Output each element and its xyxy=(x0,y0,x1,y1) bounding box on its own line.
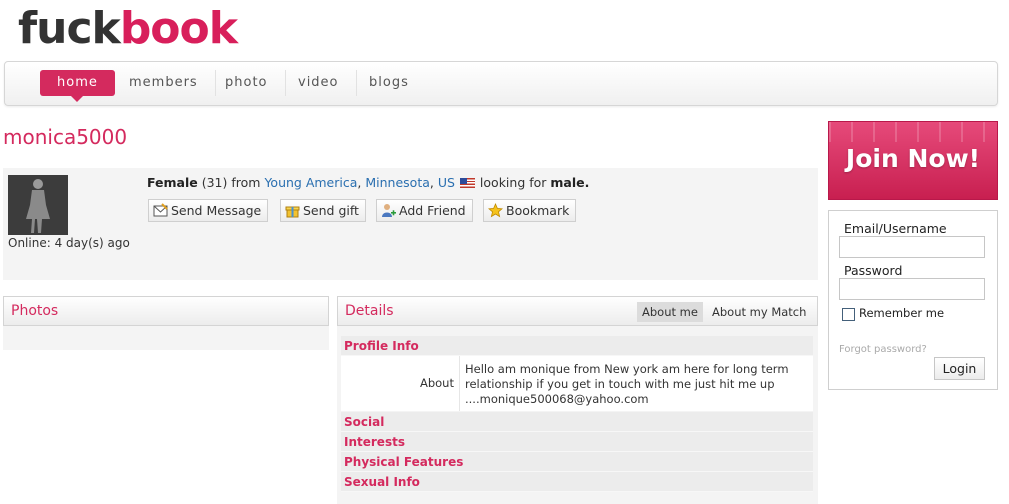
section-label: Interests xyxy=(344,435,405,449)
separator: , xyxy=(429,175,434,190)
state-link[interactable]: Minnesota xyxy=(365,175,430,190)
password-field[interactable] xyxy=(839,278,985,300)
profile-info-line: Female (31) from Young America, Minnesot… xyxy=(147,175,589,190)
section-interests[interactable]: Interests xyxy=(341,432,813,452)
email-label: Email/Username xyxy=(844,221,947,236)
send-gift-button[interactable]: Send gift xyxy=(280,199,366,222)
password-label: Password xyxy=(844,263,903,278)
section-social[interactable]: Social xyxy=(341,412,813,432)
about-row: About Hello am monique from New york am … xyxy=(341,356,813,411)
online-status: Online: 4 day(s) ago xyxy=(8,236,130,250)
avatar-silhouette-icon xyxy=(8,175,68,235)
remember-me-checkbox[interactable] xyxy=(842,308,855,321)
country-link[interactable]: US xyxy=(438,175,455,190)
about-label: About xyxy=(419,376,454,390)
bookmark-button[interactable]: Bookmark xyxy=(483,199,577,222)
section-label: Sexual Info xyxy=(344,475,420,489)
logo-text-part1: fuck xyxy=(18,3,121,54)
bookmark-label: Bookmark xyxy=(506,203,570,218)
login-button[interactable]: Login xyxy=(934,357,985,380)
login-box: Email/Username Password Remember me Forg… xyxy=(828,210,998,390)
us-flag-icon xyxy=(459,178,475,188)
add-friend-icon xyxy=(381,203,396,218)
tab-about-my-match[interactable]: About my Match xyxy=(707,302,811,322)
details-panel-header: Details About me About my Match xyxy=(337,296,818,326)
star-icon xyxy=(488,202,503,218)
add-friend-button[interactable]: Add Friend xyxy=(376,199,473,222)
photos-panel-header: Photos xyxy=(3,296,329,326)
send-gift-label: Send gift xyxy=(303,203,359,218)
section-label: Profile Info xyxy=(344,339,419,353)
profile-gender: Female xyxy=(147,175,198,190)
photos-panel-body xyxy=(3,326,329,350)
separator: , xyxy=(357,175,362,190)
join-now-button[interactable]: Join Now! xyxy=(828,121,998,200)
tab-about-me[interactable]: About me xyxy=(637,302,703,322)
looking-text: looking for xyxy=(479,175,547,190)
nav-blogs[interactable]: blogs xyxy=(352,70,426,96)
section-physical-features[interactable]: Physical Features xyxy=(341,452,813,472)
photos-title: Photos xyxy=(11,303,59,319)
send-message-button[interactable]: Send Message xyxy=(148,199,269,222)
from-text: from xyxy=(231,175,261,190)
nav-photo[interactable]: photo xyxy=(208,70,286,96)
nav-video[interactable]: video xyxy=(281,70,357,96)
add-friend-label: Add Friend xyxy=(399,203,466,218)
logo-text-part2: book xyxy=(119,3,238,54)
avatar[interactable] xyxy=(8,175,68,235)
section-label: Social xyxy=(344,415,385,429)
main-nav: home members photo video blogs xyxy=(4,61,998,106)
city-link[interactable]: Young America xyxy=(264,175,357,190)
profile-username: monica5000 xyxy=(3,125,128,149)
send-message-label: Send Message xyxy=(171,203,262,218)
profile-summary: Online: 4 day(s) ago Female (31) from Yo… xyxy=(3,168,818,280)
nav-home[interactable]: home xyxy=(40,70,115,102)
gift-icon xyxy=(285,203,300,218)
divider xyxy=(459,356,460,411)
message-icon xyxy=(153,203,168,218)
profile-age: (31) xyxy=(201,175,228,190)
join-now-label: Join Now! xyxy=(845,144,981,173)
join-banner-decoration xyxy=(829,122,997,142)
remember-me-label[interactable]: Remember me xyxy=(859,306,944,320)
section-label: Physical Features xyxy=(344,455,464,469)
email-field[interactable] xyxy=(839,236,985,258)
about-text: Hello am monique from New york am here f… xyxy=(465,362,789,406)
section-sexual-info[interactable]: Sexual Info xyxy=(341,472,813,492)
section-profile-info[interactable]: Profile Info xyxy=(341,336,813,356)
looking-for-value: male. xyxy=(550,175,590,190)
details-title: Details xyxy=(345,303,394,319)
forgot-password-link[interactable]: Forgot password? xyxy=(839,344,927,355)
nav-members[interactable]: members xyxy=(112,70,216,96)
site-logo[interactable]: fuckbook xyxy=(18,3,238,54)
